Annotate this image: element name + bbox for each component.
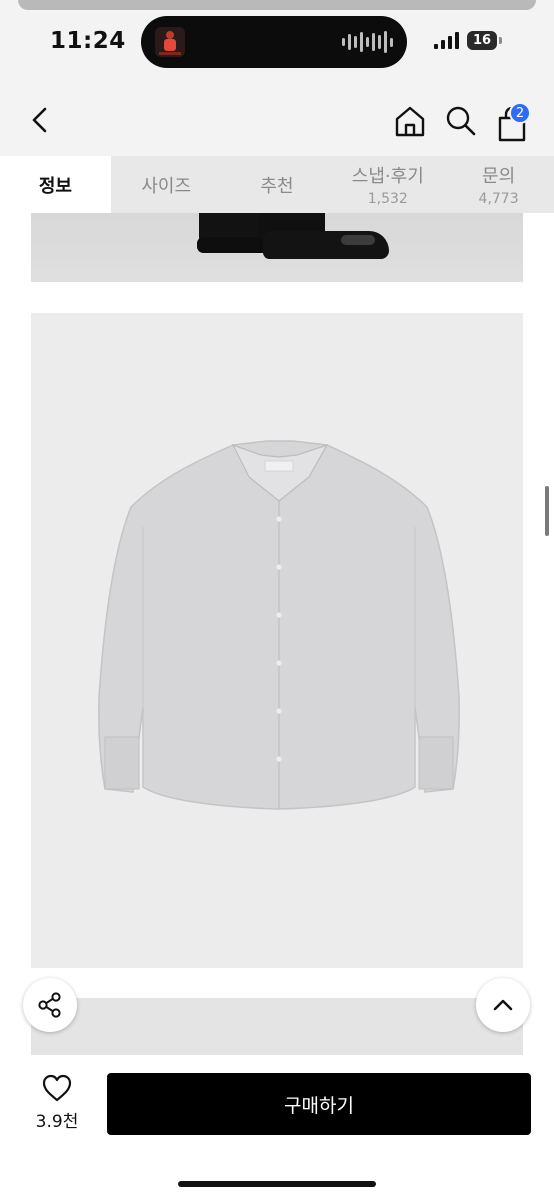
buy-button[interactable]: 구매하기 (107, 1073, 531, 1135)
scroll-indicator[interactable] (545, 486, 549, 536)
share-icon (38, 992, 61, 1018)
search-button[interactable] (444, 104, 478, 138)
bottom-purchase-bar: 3.9천 구매하기 (0, 1055, 554, 1200)
product-photo-shirt (31, 313, 523, 968)
next-product-photo (31, 998, 523, 1055)
back-button[interactable] (26, 104, 56, 136)
home-icon (395, 106, 425, 137)
battery-level: 16 (467, 31, 497, 50)
tab-inquiry[interactable]: 문의 4,773 (443, 156, 554, 213)
cart-button[interactable]: 2 (494, 102, 534, 142)
battery-tip (499, 37, 502, 44)
tab-snap-review[interactable]: 스냅·후기 1,532 (332, 156, 443, 213)
audio-waveform-icon (342, 31, 393, 53)
cart-count-badge: 2 (509, 102, 531, 124)
tab-info[interactable]: 정보 (0, 156, 111, 213)
product-tabs: 정보 사이즈 추천 스냅·후기 1,532 문의 4,773 (0, 156, 554, 213)
dynamic-island[interactable] (141, 16, 407, 68)
product-detail-content (0, 213, 554, 1055)
tab-label: 정보 (38, 175, 72, 197)
chevron-up-icon (493, 999, 513, 1011)
like-button[interactable]: 3.9천 (22, 1073, 92, 1135)
tab-label: 추천 (260, 175, 294, 197)
shirt-illustration (98, 440, 460, 810)
tab-count: 4,773 (478, 191, 519, 207)
scroll-top-button[interactable] (476, 978, 530, 1032)
tab-size[interactable]: 사이즈 (111, 156, 222, 213)
home-indicator[interactable] (178, 1181, 376, 1187)
share-button[interactable] (23, 978, 77, 1032)
model-photo-cropped (31, 213, 523, 282)
search-icon (446, 106, 476, 136)
tab-label: 문의 (482, 166, 516, 187)
back-arrow-icon (32, 107, 47, 133)
now-playing-artwork (155, 27, 185, 57)
status-time: 11:24 (50, 28, 126, 54)
status-bar: 11:24 16 (0, 14, 554, 70)
tab-recommend[interactable]: 추천 (222, 156, 333, 213)
tab-label: 사이즈 (141, 175, 192, 197)
tab-count: 1,532 (367, 191, 408, 207)
top-device-edge (18, 0, 536, 10)
app-header: 2 (0, 92, 554, 150)
tab-label: 스냅·후기 (351, 166, 424, 187)
home-button[interactable] (393, 104, 427, 138)
like-count: 3.9천 (35, 1112, 79, 1132)
cellular-signal-icon (434, 32, 459, 49)
heart-icon (42, 1074, 72, 1102)
